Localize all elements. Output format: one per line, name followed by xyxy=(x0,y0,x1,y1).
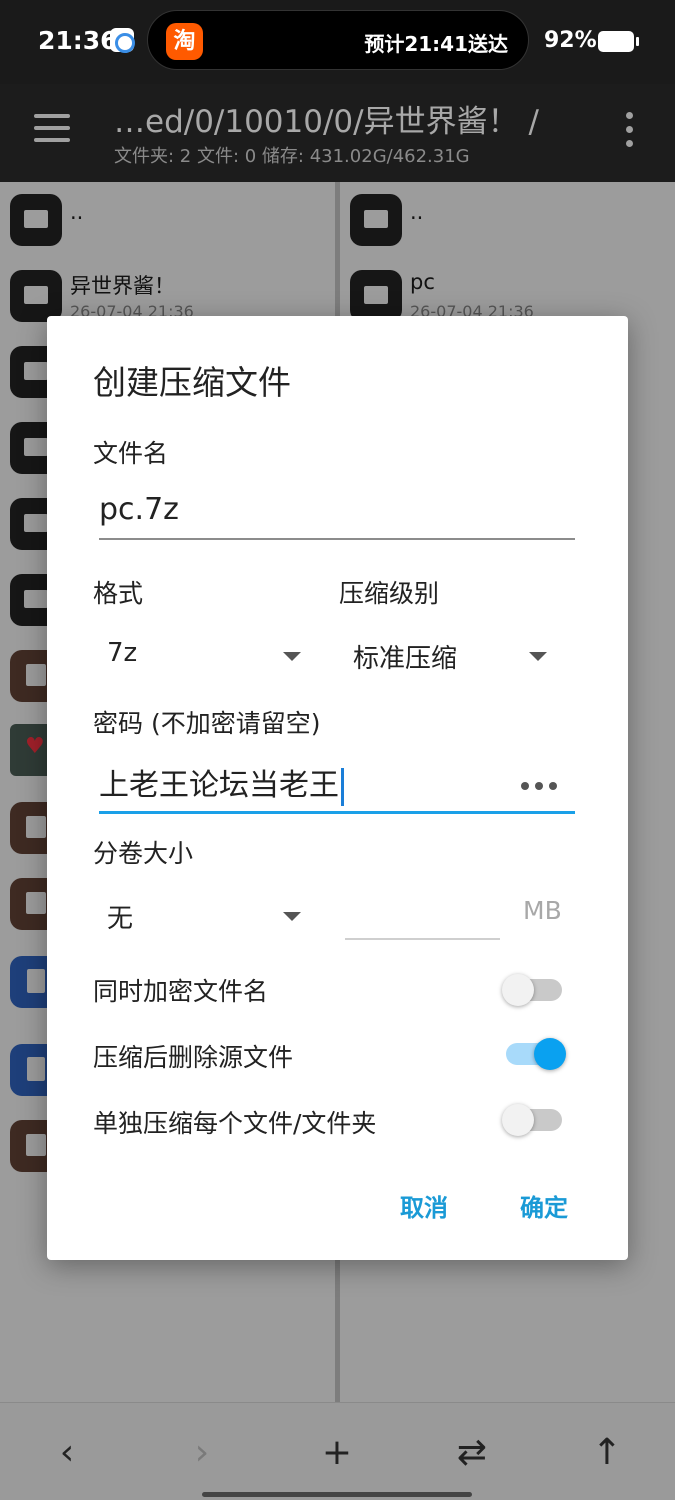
cancel-button[interactable]: 取消 xyxy=(400,1188,448,1223)
dropdown-arrow-icon xyxy=(283,912,301,921)
folder-icon xyxy=(350,194,402,246)
create-archive-dialog: 创建压缩文件 文件名 pc.7z 格式 压缩级别 7z 标准压缩 密码 (不加密… xyxy=(47,316,628,1260)
more-options-icon[interactable] xyxy=(622,112,636,148)
back-icon[interactable]: ‹ xyxy=(45,1431,89,1475)
format-select[interactable]: 7z xyxy=(93,632,313,680)
dynamic-island[interactable]: 淘 预计21:41送达 xyxy=(147,10,529,70)
dropdown-arrow-icon xyxy=(529,652,547,661)
volume-size-select[interactable]: 无 xyxy=(93,892,313,940)
delivery-eta: 预计21:41送达 xyxy=(364,32,508,56)
status-bar: 21:36 淘 预计21:41送达 92% xyxy=(0,0,675,84)
password-value: 上老王论坛当老王 xyxy=(99,768,339,803)
volume-size-input[interactable] xyxy=(345,938,500,940)
folder-icon xyxy=(350,270,402,322)
format-value: 7z xyxy=(107,638,138,668)
password-input[interactable]: 上老王论坛当老王 xyxy=(99,760,575,814)
forward-icon[interactable]: › xyxy=(180,1431,224,1475)
item-name: .. xyxy=(410,200,424,224)
password-label: 密码 (不加密请留空) xyxy=(93,709,321,738)
toggle-thumb xyxy=(502,1104,534,1136)
show-password-icon[interactable] xyxy=(521,782,557,792)
dropdown-arrow-icon xyxy=(283,652,301,661)
filename-value: pc.7z xyxy=(99,492,179,527)
add-icon[interactable]: + xyxy=(315,1431,359,1475)
delete-source-toggle[interactable] xyxy=(502,1038,566,1070)
compress-each-label: 单独压缩每个文件/文件夹 xyxy=(93,1109,377,1138)
item-name: 异世界酱！ xyxy=(70,274,175,298)
format-label: 格式 xyxy=(93,579,144,608)
compression-level-label: 压缩级别 xyxy=(339,579,440,608)
compression-level-select[interactable]: 标准压缩 xyxy=(339,632,569,680)
taobao-logo-icon: 淘 xyxy=(166,23,203,60)
delete-source-label: 压缩后删除源文件 xyxy=(93,1043,294,1072)
toggle-thumb xyxy=(502,974,534,1006)
dialog-title: 创建压缩文件 xyxy=(93,363,291,402)
folder-icon xyxy=(10,194,62,246)
swap-panes-icon[interactable]: ⇄ xyxy=(450,1431,494,1475)
compress-each-toggle[interactable] xyxy=(502,1104,564,1136)
text-cursor xyxy=(341,767,344,806)
home-indicator[interactable] xyxy=(202,1492,472,1497)
storage-info: 文件夹: 2 文件: 0 储存: 431.02G/462.31G xyxy=(114,146,470,167)
up-directory-icon[interactable]: ↑ xyxy=(585,1431,629,1475)
confirm-button[interactable]: 确定 xyxy=(520,1188,568,1223)
cloud-app-icon xyxy=(110,28,135,53)
clock: 21:36 xyxy=(38,26,118,55)
battery-icon xyxy=(598,31,639,52)
app-toolbar: …ed/0/10010/0/异世界酱！ / 文件夹: 2 文件: 0 储存: 4… xyxy=(0,84,675,182)
item-name: pc xyxy=(410,270,435,294)
hamburger-menu-icon[interactable] xyxy=(34,114,70,142)
volume-unit-label: MB xyxy=(523,896,562,925)
battery-percent: 92% xyxy=(544,28,597,53)
filename-input[interactable]: pc.7z xyxy=(99,492,575,540)
filename-label: 文件名 xyxy=(93,439,169,468)
compression-level-value: 标准压缩 xyxy=(353,644,458,674)
encrypt-filenames-toggle[interactable] xyxy=(502,974,564,1006)
list-item[interactable]: .. xyxy=(0,182,335,258)
toggle-thumb xyxy=(534,1038,566,1070)
volume-size-label: 分卷大小 xyxy=(93,839,194,868)
list-item[interactable]: .. xyxy=(340,182,675,258)
volume-size-value: 无 xyxy=(107,904,134,934)
bottom-action-bar: ‹ › + ⇄ ↑ xyxy=(0,1402,675,1500)
item-name: .. xyxy=(70,200,84,224)
current-path[interactable]: …ed/0/10010/0/异世界酱！ / xyxy=(114,96,539,141)
encrypt-filenames-label: 同时加密文件名 xyxy=(93,977,269,1006)
folder-icon xyxy=(10,270,62,322)
